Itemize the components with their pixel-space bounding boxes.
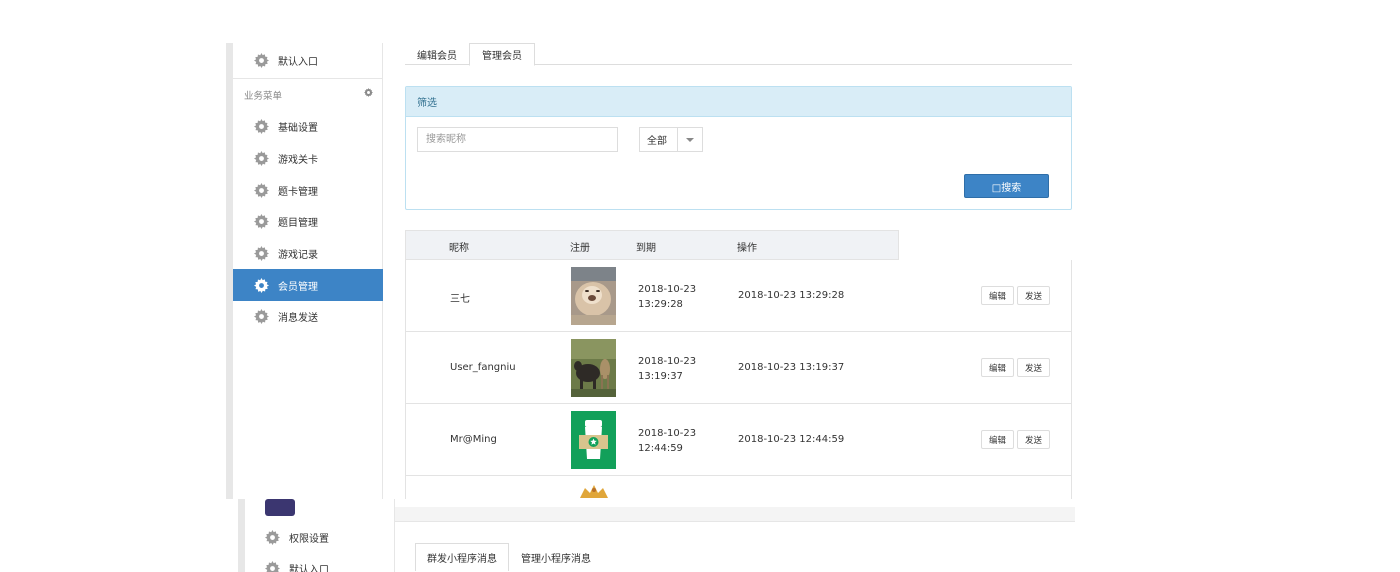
gear-icon: [265, 560, 280, 572]
sidebar-item-label: 游戏关卡: [278, 154, 318, 166]
caret-down-icon: [678, 128, 702, 151]
top-bar: [395, 507, 1075, 522]
sidebar-item-basic-settings[interactable]: 基础设置: [233, 110, 383, 142]
filter-panel: 筛选 全部 □搜索: [405, 86, 1072, 210]
member-avatar: [578, 484, 610, 498]
send-button[interactable]: 发送: [1017, 286, 1050, 305]
sidebar-item-members[interactable]: 会员管理: [233, 269, 383, 301]
gear-icon: [254, 52, 269, 68]
status-select-value: 全部: [640, 128, 678, 151]
column-header-expires: 到期: [636, 242, 656, 254]
sidebar-item-label: 题卡管理: [278, 186, 318, 198]
sidebar-item-label: 默认入口: [289, 564, 329, 572]
sidebar-item-questions[interactable]: 题目管理: [233, 205, 383, 237]
member-expire-time: 2018-10-23 12:44:59: [738, 434, 845, 445]
message-admin-screenshot: 权限设置 默认入口 群发小程序消息 管理小程序消息: [238, 499, 1075, 572]
tab-label: 管理小程序消息: [521, 553, 591, 565]
table-row-partial: [406, 476, 1071, 499]
sidebar-item-label: 权限设置: [289, 533, 329, 545]
left-edge-strip: [226, 43, 233, 499]
member-avatar: [571, 267, 616, 325]
gear-icon: [254, 308, 269, 324]
member-avatar: [571, 339, 616, 397]
sidebar-item-game-levels[interactable]: 游戏关卡: [233, 142, 383, 174]
table-row: User_fangniu 2018-10-23 13:19:37 2018-10…: [406, 332, 1071, 404]
app-logo: [265, 499, 295, 516]
tab-manage-message[interactable]: 管理小程序消息: [510, 543, 602, 571]
tab-broadcast-message[interactable]: 群发小程序消息: [415, 543, 509, 571]
search-button[interactable]: □搜索: [964, 174, 1049, 198]
sidebar: 默认入口 业务菜单 基础设置 游戏关卡 题卡管理 题目管理 游戏记录 会员管理 …: [233, 43, 383, 499]
table-header: 昵称 注册 到期 操作: [405, 230, 899, 260]
tab-edit-member[interactable]: 编辑会员: [405, 43, 469, 65]
sidebar: 权限设置 默认入口: [245, 499, 395, 572]
sidebar-item-label: 会员管理: [278, 281, 318, 293]
sidebar-item-label: 基础设置: [278, 122, 318, 134]
member-expire-time: 2018-10-23 13:19:37: [738, 362, 845, 373]
status-select[interactable]: 全部: [639, 127, 703, 152]
member-registered-time: 2018-10-23 13:19:37: [638, 356, 697, 382]
gear-icon: [254, 182, 269, 198]
left-edge-strip: [238, 499, 245, 572]
edit-button[interactable]: 编辑: [981, 286, 1014, 305]
edit-button[interactable]: 编辑: [981, 430, 1014, 449]
sidebar-item-label: 默认入口: [278, 56, 318, 68]
tab-label: 编辑会员: [417, 50, 457, 62]
section-title: 业务菜单: [244, 90, 283, 102]
member-table-body: 三七 2018-10-23 13:29:28 2018-10-23 13:29:…: [405, 260, 1072, 499]
send-button[interactable]: 发送: [1017, 358, 1050, 377]
gear-icon: [254, 245, 269, 261]
sidebar-item-label: 消息发送: [278, 312, 318, 324]
sidebar-item-game-records[interactable]: 游戏记录: [233, 237, 383, 269]
gear-icon: [254, 213, 269, 229]
tab-label: 群发小程序消息: [427, 554, 497, 565]
sidebar-item-send-message[interactable]: 消息发送: [233, 300, 383, 332]
sidebar-item-default-entry[interactable]: 默认入口: [233, 44, 383, 76]
gear-icon: [254, 277, 269, 293]
member-admin-screenshot: 默认入口 业务菜单 基础设置 游戏关卡 题卡管理 题目管理 游戏记录 会员管理 …: [226, 43, 1074, 499]
column-header-nickname: 昵称: [449, 242, 469, 254]
sidebar-section-business: 业务菜单: [233, 78, 383, 110]
column-header-actions: 操作: [737, 242, 757, 254]
sidebar-item-label: 游戏记录: [278, 249, 318, 261]
member-nickname: Mr@Ming: [450, 434, 497, 445]
member-registered-time: 2018-10-23 12:44:59: [638, 428, 697, 454]
table-row: 三七 2018-10-23 13:29:28 2018-10-23 13:29:…: [406, 260, 1071, 332]
member-nickname: 三七: [450, 294, 470, 305]
column-header-registered: 注册: [570, 242, 590, 254]
section-gear-icon[interactable]: [364, 88, 373, 97]
gear-icon: [254, 118, 269, 134]
gear-icon: [265, 529, 280, 545]
tab-bar: 编辑会员 管理会员: [405, 43, 1072, 66]
sidebar-item-default-entry[interactable]: 默认入口: [265, 558, 329, 572]
member-registered-time: 2018-10-23 13:29:28: [638, 284, 697, 310]
send-button[interactable]: 发送: [1017, 430, 1050, 449]
edit-button[interactable]: 编辑: [981, 358, 1014, 377]
member-nickname: User_fangniu: [450, 362, 516, 373]
filter-panel-title: 筛选: [406, 87, 1071, 117]
table-row: Mr@Ming 2018-10-23 12:44:59 2018-10-23 1…: [406, 404, 1071, 476]
member-avatar: [571, 411, 616, 469]
sidebar-item-label: 题目管理: [278, 217, 318, 229]
gear-icon: [254, 150, 269, 166]
member-expire-time: 2018-10-23 13:29:28: [738, 290, 845, 301]
tab-manage-member[interactable]: 管理会员: [469, 43, 535, 66]
tab-label: 管理会员: [482, 51, 522, 62]
sidebar-item-question-cards[interactable]: 题卡管理: [233, 174, 383, 206]
nickname-search-input[interactable]: [417, 127, 618, 152]
sidebar-item-permissions[interactable]: 权限设置: [265, 527, 329, 547]
